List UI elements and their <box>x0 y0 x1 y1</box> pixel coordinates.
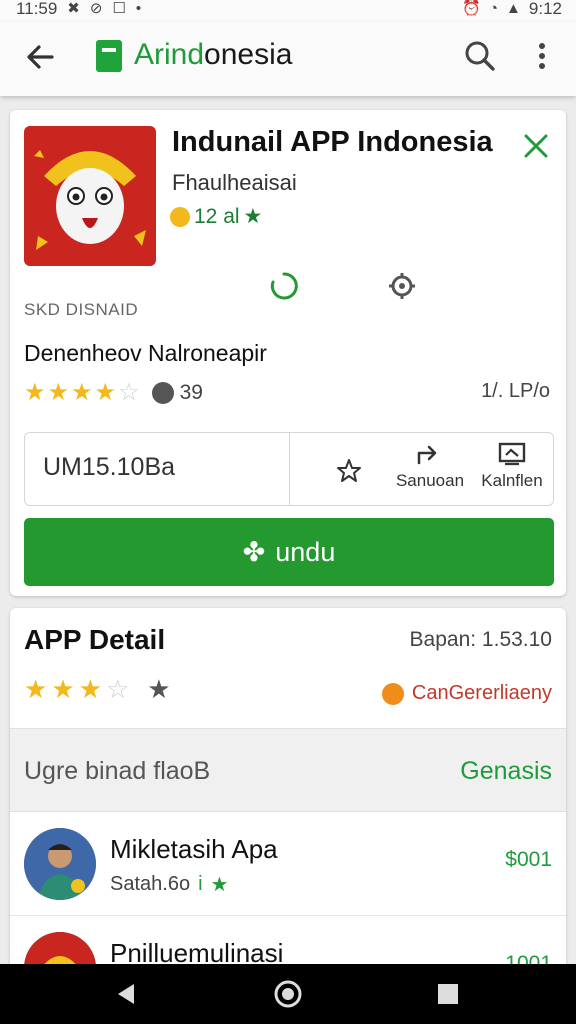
status-bar: 11:59 ✖ ⊘ ☐ • ⏰ ◔ ▲ 9:12 <box>0 0 576 22</box>
block-icon: ⊘ <box>89 0 103 17</box>
back-arrow-icon[interactable] <box>22 39 58 75</box>
report-label: Kalnflen <box>481 471 543 490</box>
wifi-icon: ◔ <box>488 0 499 17</box>
coin-icon <box>170 206 190 227</box>
install-label: undu <box>275 536 336 567</box>
category-icon <box>381 682 404 705</box>
divider <box>289 433 290 505</box>
dark-star-icon: ★ <box>147 674 171 704</box>
list-item-sub-text: Satah.6o <box>110 873 191 895</box>
star-outline-icon: ☆ <box>118 379 140 406</box>
report-icon <box>498 442 526 466</box>
system-nav-bar <box>0 964 576 1024</box>
gear-icon[interactable] <box>386 270 418 302</box>
developer-name[interactable]: Fhaulheaisai <box>172 170 297 196</box>
review-icon <box>151 381 174 404</box>
status-left: 11:59 ✖ ⊘ ☐ • <box>16 0 141 18</box>
status-time-right: 9:12 <box>528 0 562 18</box>
similar-heading: Ugre binad flaoB <box>24 757 211 785</box>
star-icon: ★ <box>71 379 93 406</box>
app-bar-title-rest: onesia <box>204 38 293 71</box>
green-star-icon: ★ <box>210 874 229 896</box>
report-button[interactable]: Kalnflen <box>475 441 549 491</box>
app-price: UM15.10Ba <box>43 453 176 481</box>
detail-title: APP Detail <box>24 624 166 655</box>
review-count-value: 39 <box>179 380 203 404</box>
app-subtitle: Denenheov Nalroneapir <box>24 340 267 366</box>
dot-icon: • <box>135 0 142 17</box>
list-item-name: Mikletasih Apa <box>110 834 278 864</box>
share-icon <box>417 445 437 465</box>
app-rating-stars: ★ ★ ★ ★ ☆ 39 <box>24 378 203 407</box>
app-name: Indunail APP Indonesia <box>172 126 493 158</box>
notification-icon: ✖ <box>67 0 80 17</box>
rating-badge: 12 al ★ <box>170 204 262 229</box>
store-logo-icon <box>96 40 122 72</box>
list-item-tag: i <box>198 873 203 895</box>
star-icon: ★ <box>47 379 70 406</box>
app-bar: Arindonesia <box>0 22 576 96</box>
star-icon: ★ <box>78 674 102 704</box>
square-icon: ☐ <box>112 0 126 17</box>
search-icon[interactable] <box>462 38 498 74</box>
alarm-icon: ⏰ <box>462 0 481 17</box>
status-right: ⏰ ◔ ▲ 9:12 <box>462 0 562 18</box>
green-star-icon: ★ <box>243 205 263 228</box>
install-button[interactable]: ✤ undu <box>24 518 554 586</box>
category-link[interactable]: CanGererliaeny <box>381 682 552 705</box>
star-icon: ★ <box>24 379 46 406</box>
install-icon: ✤ <box>242 536 266 567</box>
list-item-sub: Satah.6o i ★ <box>110 872 228 897</box>
app-bar-title-green: Arind <box>134 38 205 71</box>
nav-back-icon[interactable] <box>112 980 140 1008</box>
star-icon: ★ <box>51 674 75 704</box>
more-vert-icon[interactable] <box>530 38 554 74</box>
share-label: Sanuoan <box>395 471 465 490</box>
app-icon[interactable] <box>24 126 156 266</box>
star-icon: ★ <box>94 379 117 406</box>
app-header-card: Indunail APP Indonesia Fhaulheaisai 12 a… <box>10 110 566 596</box>
app-bar-title: Arindonesia <box>134 38 292 72</box>
nav-home-icon[interactable] <box>272 978 304 1010</box>
signal-icon: ▲ <box>506 0 521 17</box>
rating-short: 12 al <box>194 204 240 228</box>
wishlist-star-icon[interactable] <box>335 457 363 485</box>
detail-rating-stars: ★ ★ ★ ☆ ★ <box>24 674 171 705</box>
spinner-icon <box>270 272 298 300</box>
close-icon[interactable] <box>518 128 554 164</box>
list-item-price: $001 <box>505 848 552 871</box>
avatar <box>24 828 96 900</box>
share-button[interactable]: Sanuoan <box>393 441 467 491</box>
similar-more-link[interactable]: Genasis <box>460 757 552 786</box>
section-tag: SKD DISNAID <box>24 300 139 319</box>
status-time-left: 11:59 <box>16 0 58 18</box>
similar-apps-header: Ugre binad flaoB Genasis <box>10 728 566 812</box>
list-item[interactable]: Mikletasih Apa Satah.6o i ★ $001 <box>10 812 566 916</box>
star-icon: ★ <box>24 674 48 704</box>
nav-recent-icon[interactable] <box>436 982 460 1006</box>
category-label: CanGererliaeny <box>411 682 552 704</box>
app-size: 1/. LP/o <box>481 380 550 402</box>
app-detail-card: APP Detail Bapan: 1.53.10 ★ ★ ★ ☆ ★ CanG… <box>10 608 566 1008</box>
version-text: Bapan: 1.53.10 <box>409 628 552 651</box>
review-count: 39 <box>151 380 203 405</box>
price-action-box: UM15.10Ba Sanuoan Kalnflen <box>24 432 554 506</box>
star-outline-icon: ☆ <box>105 674 130 704</box>
